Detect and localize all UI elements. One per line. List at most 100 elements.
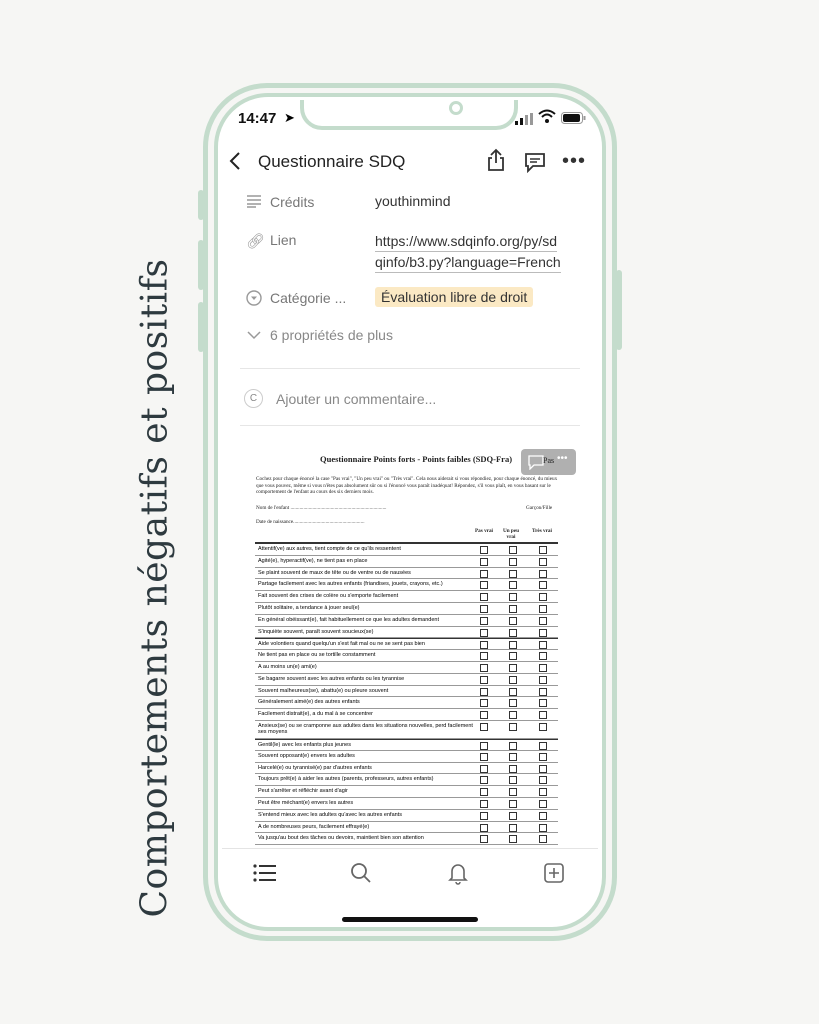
link-line-2[interactable]: qinfo/b3.py?language=French bbox=[375, 252, 561, 273]
prop-label-link: Lien bbox=[270, 232, 297, 248]
pdf-overlay-toolbar[interactable]: Pas ••• bbox=[521, 449, 576, 475]
comment-input[interactable]: Ajouter un commentaire... bbox=[276, 391, 436, 407]
list-icon[interactable] bbox=[253, 863, 277, 888]
checkbox-pas-vrai[interactable] bbox=[480, 776, 488, 785]
checkbox-un-peu-vrai[interactable] bbox=[509, 593, 517, 602]
checkbox-tres-vrai[interactable] bbox=[539, 641, 547, 650]
checkbox-tres-vrai[interactable] bbox=[539, 742, 547, 750]
checkbox-pas-vrai[interactable] bbox=[480, 546, 488, 554]
checkbox-pas-vrai[interactable] bbox=[480, 641, 488, 650]
comments-icon[interactable] bbox=[524, 151, 546, 178]
checkbox-un-peu-vrai[interactable] bbox=[509, 641, 517, 650]
checkbox-tres-vrai[interactable] bbox=[539, 723, 547, 731]
checkbox-tres-vrai[interactable] bbox=[539, 800, 547, 808]
checkbox-un-peu-vrai[interactable] bbox=[509, 711, 517, 720]
new-page-icon[interactable] bbox=[544, 863, 564, 888]
checkbox-pas-vrai[interactable] bbox=[480, 711, 488, 720]
prop-value-credits[interactable]: youthinmind bbox=[375, 193, 451, 209]
bell-icon[interactable] bbox=[448, 861, 468, 890]
checkbox-tres-vrai[interactable] bbox=[539, 699, 547, 708]
checkbox-pas-vrai[interactable] bbox=[480, 699, 488, 708]
checkbox-tres-vrai[interactable] bbox=[539, 546, 547, 554]
table-row: Peut être méchant(e) envers les autres bbox=[255, 798, 558, 810]
checkbox-pas-vrai[interactable] bbox=[480, 800, 488, 808]
checkbox-tres-vrai[interactable] bbox=[539, 675, 547, 684]
search-icon[interactable] bbox=[350, 862, 372, 889]
checkbox-pas-vrai[interactable] bbox=[480, 835, 488, 844]
checkbox-pas-vrai[interactable] bbox=[480, 581, 488, 590]
checkbox-pas-vrai[interactable] bbox=[480, 723, 488, 731]
checkbox-pas-vrai[interactable] bbox=[480, 628, 488, 637]
checkbox-un-peu-vrai[interactable] bbox=[509, 557, 517, 566]
checkbox-un-peu-vrai[interactable] bbox=[509, 569, 517, 578]
table-row: Attentif(ve) aux autres, tient compte de… bbox=[255, 544, 558, 556]
checkbox-tres-vrai[interactable] bbox=[539, 835, 547, 844]
checkbox-pas-vrai[interactable] bbox=[480, 557, 488, 566]
checkbox-un-peu-vrai[interactable] bbox=[509, 652, 517, 661]
checkbox-un-peu-vrai[interactable] bbox=[509, 776, 517, 785]
checkbox-un-peu-vrai[interactable] bbox=[509, 675, 517, 684]
item-text: Toujours prêt(e) à aider les autres (par… bbox=[258, 776, 434, 783]
checkbox-tres-vrai[interactable] bbox=[539, 764, 547, 773]
checkbox-un-peu-vrai[interactable] bbox=[509, 788, 517, 797]
checkbox-un-peu-vrai[interactable] bbox=[509, 664, 517, 672]
checkbox-tres-vrai[interactable] bbox=[539, 811, 547, 820]
checkbox-tres-vrai[interactable] bbox=[539, 605, 547, 613]
checkbox-un-peu-vrai[interactable] bbox=[509, 800, 517, 808]
checkbox-pas-vrai[interactable] bbox=[480, 664, 488, 672]
checkbox-un-peu-vrai[interactable] bbox=[509, 723, 517, 731]
checkbox-tres-vrai[interactable] bbox=[539, 569, 547, 578]
checkbox-un-peu-vrai[interactable] bbox=[509, 835, 517, 844]
checkbox-un-peu-vrai[interactable] bbox=[509, 687, 517, 696]
checkbox-un-peu-vrai[interactable] bbox=[509, 699, 517, 708]
checkbox-tres-vrai[interactable] bbox=[539, 687, 547, 696]
checkbox-pas-vrai[interactable] bbox=[480, 605, 488, 613]
checkbox-pas-vrai[interactable] bbox=[480, 752, 488, 761]
checkbox-tres-vrai[interactable] bbox=[539, 616, 547, 625]
checkbox-tres-vrai[interactable] bbox=[539, 823, 547, 832]
comment-bubble-icon[interactable] bbox=[528, 455, 544, 470]
more-properties-button[interactable]: 6 propriétés de plus bbox=[270, 327, 393, 343]
checkbox-tres-vrai[interactable] bbox=[539, 557, 547, 566]
back-button[interactable] bbox=[228, 150, 242, 177]
checkbox-pas-vrai[interactable] bbox=[480, 823, 488, 832]
checkbox-tres-vrai[interactable] bbox=[539, 776, 547, 785]
checkbox-pas-vrai[interactable] bbox=[480, 687, 488, 696]
checkbox-tres-vrai[interactable] bbox=[539, 593, 547, 602]
checkbox-un-peu-vrai[interactable] bbox=[509, 764, 517, 773]
checkbox-tres-vrai[interactable] bbox=[539, 752, 547, 761]
table-row: S'inquiète souvent, paraît souvent souci… bbox=[255, 627, 558, 639]
checkbox-pas-vrai[interactable] bbox=[480, 569, 488, 578]
checkbox-pas-vrai[interactable] bbox=[480, 616, 488, 625]
checkbox-pas-vrai[interactable] bbox=[480, 788, 488, 797]
home-indicator[interactable] bbox=[342, 917, 478, 922]
checkbox-un-peu-vrai[interactable] bbox=[509, 742, 517, 750]
category-tag[interactable]: Évaluation libre de droit bbox=[375, 287, 534, 307]
checkbox-pas-vrai[interactable] bbox=[480, 742, 488, 750]
checkbox-un-peu-vrai[interactable] bbox=[509, 581, 517, 590]
checkbox-tres-vrai[interactable] bbox=[539, 788, 547, 797]
checkbox-tres-vrai[interactable] bbox=[539, 652, 547, 661]
checkbox-un-peu-vrai[interactable] bbox=[509, 823, 517, 832]
checkbox-un-peu-vrai[interactable] bbox=[509, 628, 517, 637]
checkbox-pas-vrai[interactable] bbox=[480, 593, 488, 602]
checkbox-un-peu-vrai[interactable] bbox=[509, 811, 517, 820]
checkbox-pas-vrai[interactable] bbox=[480, 764, 488, 773]
share-icon[interactable] bbox=[486, 148, 506, 177]
checkbox-pas-vrai[interactable] bbox=[480, 811, 488, 820]
checkbox-pas-vrai[interactable] bbox=[480, 652, 488, 661]
prop-value-link[interactable]: https://www.sdqinfo.org/py/sd qinfo/b3.p… bbox=[375, 231, 561, 273]
checkbox-pas-vrai[interactable] bbox=[480, 675, 488, 684]
checkbox-tres-vrai[interactable] bbox=[539, 628, 547, 637]
link-line-1[interactable]: https://www.sdqinfo.org/py/sd bbox=[375, 231, 558, 252]
checkbox-un-peu-vrai[interactable] bbox=[509, 605, 517, 613]
checkbox-tres-vrai[interactable] bbox=[539, 664, 547, 672]
checkbox-un-peu-vrai[interactable] bbox=[509, 752, 517, 761]
checkbox-tres-vrai[interactable] bbox=[539, 711, 547, 720]
checkbox-tres-vrai[interactable] bbox=[539, 581, 547, 590]
overlay-more-icon[interactable]: ••• bbox=[557, 453, 568, 464]
more-options-icon[interactable]: ••• bbox=[562, 150, 586, 173]
checkbox-un-peu-vrai[interactable] bbox=[509, 616, 517, 625]
checkbox-un-peu-vrai[interactable] bbox=[509, 546, 517, 554]
item-text: Fait souvent des crises de colère ou s'e… bbox=[258, 593, 399, 600]
